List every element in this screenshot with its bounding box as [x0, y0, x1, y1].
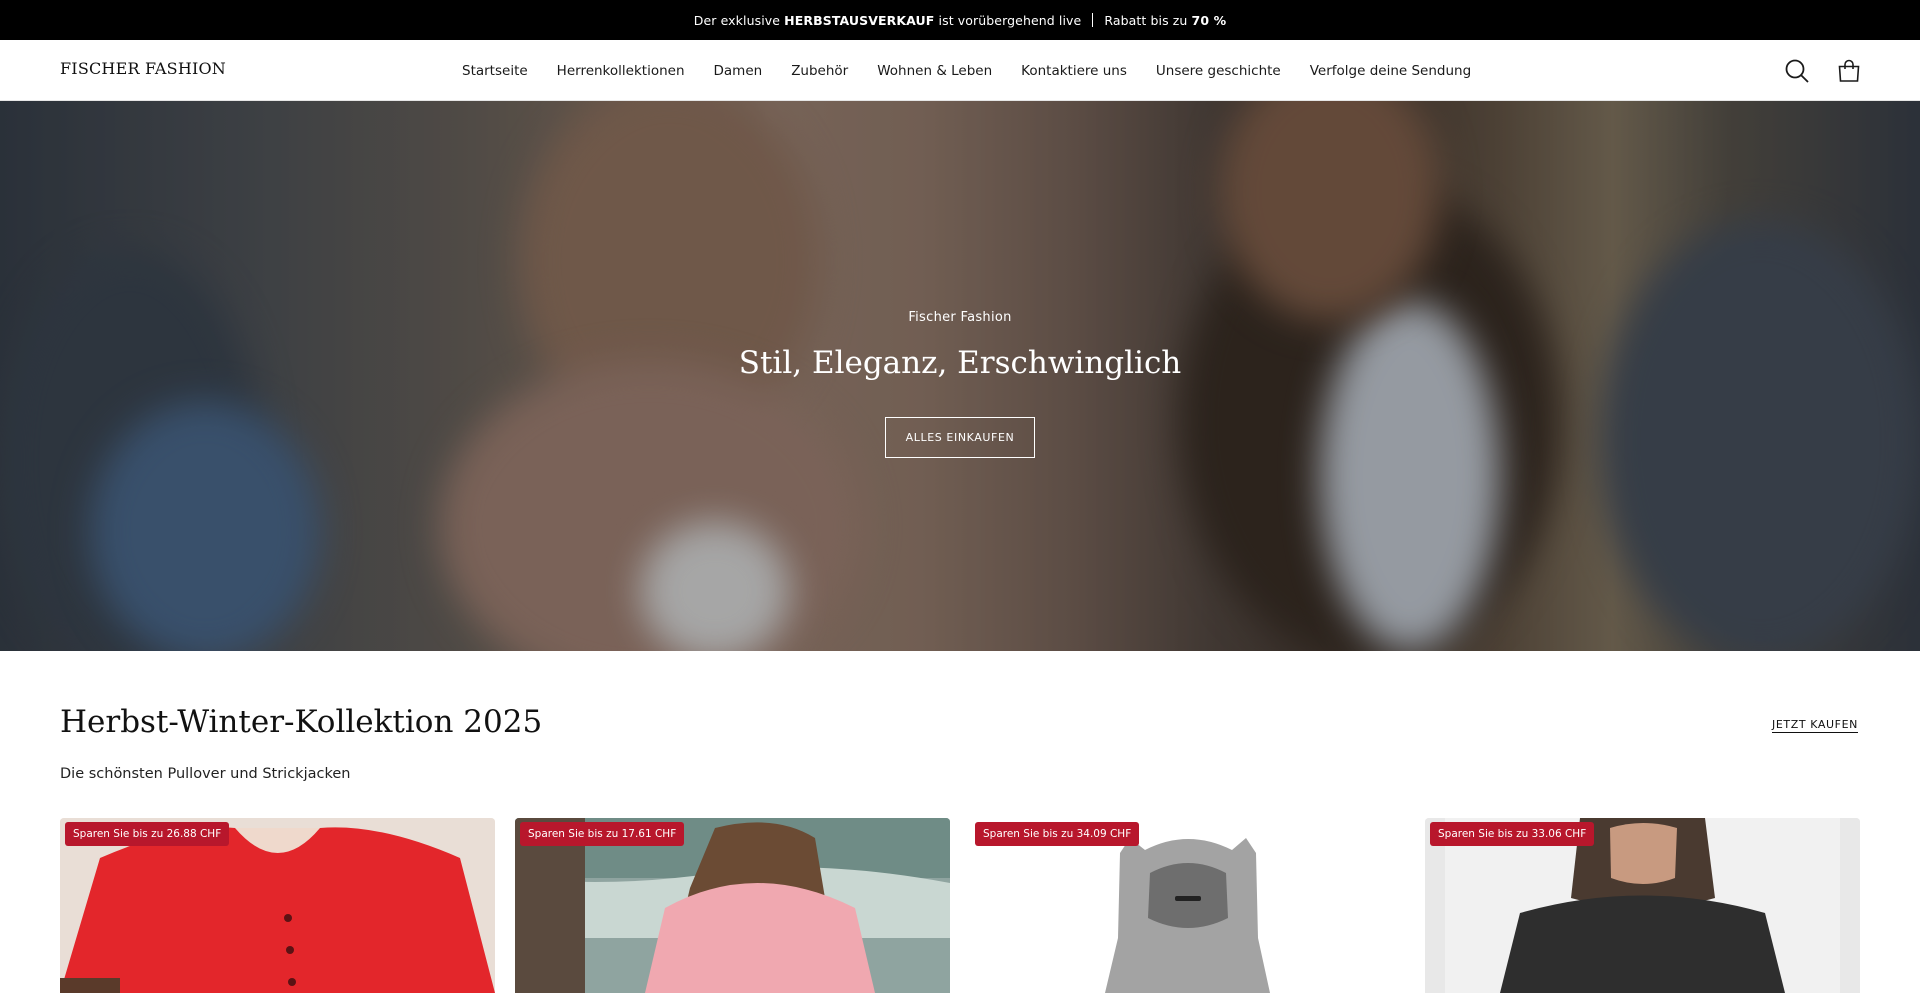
announcement-divider [1092, 13, 1094, 27]
discount-badge: Sparen Sie bis zu 34.09 CHF [975, 822, 1140, 846]
collection-title: Herbst-Winter-Kollektion 2025 [60, 704, 543, 740]
nav-item-geschichte[interactable]: Unsere geschichte [1156, 63, 1281, 79]
logo[interactable]: FISCHER FASHION [60, 59, 226, 78]
product-card[interactable]: Sparen Sie bis zu 33.06 CHF [1425, 818, 1860, 993]
nav-item-startseite[interactable]: Startseite [462, 63, 528, 79]
hero-banner: Fischer Fashion Stil, Eleganz, Erschwing… [0, 101, 1920, 651]
collection-subtitle: Die schönsten Pullover und Strickjacken [60, 766, 351, 782]
nav-item-zubehoer[interactable]: Zubehör [791, 63, 848, 79]
hero-title: Stil, Eleganz, Erschwinglich [738, 345, 1182, 381]
nav-item-kontakt[interactable]: Kontaktiere uns [1021, 63, 1127, 79]
site-header: FISCHER FASHION Startseite Herrenkollekt… [0, 40, 1920, 101]
nav-item-sendung[interactable]: Verfolge deine Sendung [1310, 63, 1471, 79]
announcement-bar: Der exklusive HERBSTAUSVERKAUF ist vorüb… [0, 0, 1920, 40]
announcement-part3: Rabatt bis zu [1104, 12, 1192, 28]
discount-badge: Sparen Sie bis zu 33.06 CHF [1430, 822, 1595, 846]
search-icon[interactable] [1784, 58, 1810, 84]
announcement-percent: 70 % [1191, 12, 1227, 28]
discount-badge: Sparen Sie bis zu 26.88 CHF [65, 822, 230, 846]
product-card[interactable]: Sparen Sie bis zu 26.88 CHF [60, 818, 495, 993]
announcement-highlight: HERBSTAUSVERKAUF [784, 12, 935, 28]
nav-item-damen[interactable]: Damen [714, 63, 763, 79]
shop-now-link[interactable]: JETZT KAUFEN [1772, 718, 1858, 733]
product-card[interactable]: Sparen Sie bis zu 34.09 CHF [970, 818, 1405, 993]
hero-kicker: Fischer Fashion [908, 310, 1012, 325]
nav-item-herrenkollektionen[interactable]: Herrenkollektionen [557, 63, 685, 79]
announcement-text: Der exklusive HERBSTAUSVERKAUF ist vorüb… [694, 13, 1082, 28]
product-card[interactable]: Sparen Sie bis zu 17.61 CHF [515, 818, 950, 993]
main-nav: Startseite Herrenkollektionen Damen Zube… [462, 40, 1500, 101]
announcement-part1: Der exklusive [693, 12, 785, 28]
nav-item-wohnen-leben[interactable]: Wohnen & Leben [877, 63, 992, 79]
shop-all-button[interactable]: ALLES EINKAUFEN [885, 417, 1035, 458]
discount-badge: Sparen Sie bis zu 17.61 CHF [520, 822, 685, 846]
announcement-part2: ist vorübergehend live [934, 12, 1082, 28]
announcement-discount: Rabatt bis zu 70 % [1104, 13, 1226, 28]
shopping-bag-icon[interactable] [1836, 58, 1862, 84]
